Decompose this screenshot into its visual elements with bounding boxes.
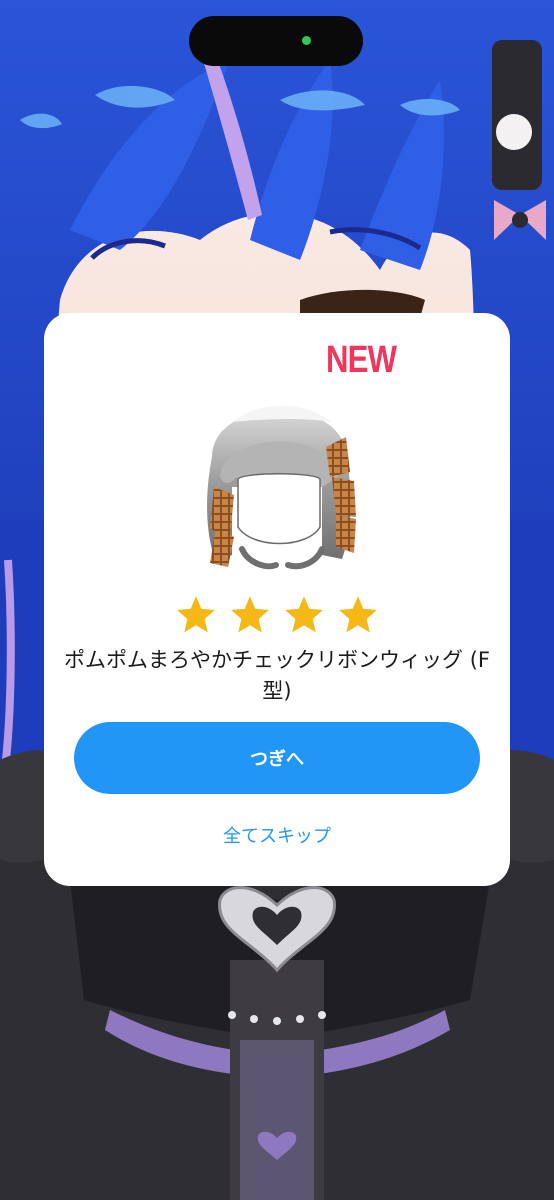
camera-indicator-icon <box>302 36 311 45</box>
new-badge: NEW <box>326 339 397 381</box>
rating-stars <box>174 593 380 637</box>
star-icon <box>339 596 377 633</box>
next-button[interactable]: つぎへ <box>74 722 480 794</box>
star-icon <box>231 596 269 633</box>
reward-dialog: NEW ポムポムまろやかチェックリボンウィッグ (F型) つぎへ 全てスキップ <box>44 313 510 886</box>
item-name: ポムポムまろやかチェックリボンウィッグ (F型) <box>64 648 490 703</box>
star-icon <box>285 596 323 633</box>
wig-image <box>172 377 382 577</box>
skip-all-link[interactable]: 全てスキップ <box>177 822 377 848</box>
star-icon <box>177 596 215 633</box>
dynamic-island <box>189 16 363 66</box>
